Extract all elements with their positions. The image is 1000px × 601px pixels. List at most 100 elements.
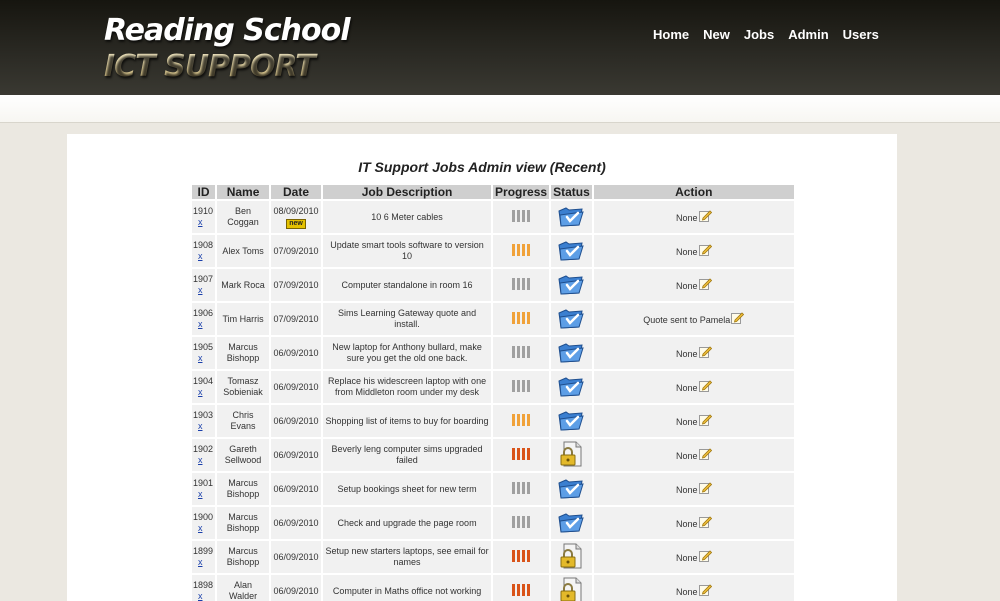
col-header-action[interactable]: Action: [593, 185, 794, 199]
nav-admin[interactable]: Admin: [788, 27, 828, 42]
cell-action: None: [593, 541, 794, 573]
edit-icon[interactable]: [698, 515, 712, 531]
edit-icon[interactable]: [698, 481, 712, 497]
cell-name: Alan Walder: [217, 575, 270, 601]
delete-job-link[interactable]: x: [193, 591, 213, 601]
cell-description[interactable]: Shopping list of items to buy for boardi…: [323, 405, 492, 437]
cell-description[interactable]: Beverly leng computer sims upgraded fail…: [323, 439, 492, 471]
delete-job-link[interactable]: x: [193, 285, 213, 296]
edit-icon[interactable]: [698, 413, 712, 429]
cell-status[interactable]: [551, 575, 592, 601]
delete-job-link[interactable]: x: [193, 421, 213, 432]
cell-status[interactable]: [551, 405, 592, 437]
cell-status[interactable]: [551, 371, 592, 403]
site-logo[interactable]: Reading School ICT SUPPORT: [104, 12, 350, 84]
job-id: 1903: [193, 410, 214, 420]
progress-segment: [522, 209, 526, 222]
cell-description[interactable]: Computer standalone in room 16: [323, 269, 492, 301]
table-row[interactable]: 1904 x Tomasz Sobieniak 06/09/2010 Replace h…: [192, 371, 794, 403]
table-row[interactable]: 1902 x Gareth Sellwood 06/09/2010 Beverly le…: [192, 439, 794, 471]
job-date: 06/09/2010: [273, 551, 319, 562]
nav-users[interactable]: Users: [843, 27, 879, 42]
cell-status[interactable]: [551, 269, 592, 301]
delete-job-link[interactable]: x: [193, 489, 213, 500]
job-date: 08/09/2010: [273, 205, 319, 216]
delete-job-link[interactable]: x: [193, 251, 213, 262]
edit-icon[interactable]: [698, 277, 712, 293]
progress-segment: [527, 413, 531, 426]
action-text: None: [675, 519, 698, 529]
cell-description[interactable]: Replace his widescreen laptop with one f…: [323, 371, 492, 403]
nav-new[interactable]: New: [703, 27, 730, 42]
checked-folder-icon: [557, 410, 585, 434]
edit-icon[interactable]: [731, 311, 745, 327]
main-nav: Home New Jobs Admin Users: [653, 27, 893, 42]
edit-icon[interactable]: [698, 209, 712, 225]
cell-status[interactable]: [551, 473, 592, 505]
delete-job-link[interactable]: x: [193, 557, 213, 568]
col-header-date[interactable]: Date: [271, 185, 322, 199]
edit-icon[interactable]: [698, 447, 712, 463]
col-header-status[interactable]: Status: [551, 185, 592, 199]
cell-description[interactable]: Computer in Maths office not working: [323, 575, 492, 601]
cell-id: 1906 x: [192, 303, 216, 335]
delete-job-link[interactable]: x: [193, 387, 213, 398]
edit-icon[interactable]: [698, 549, 712, 565]
cell-description[interactable]: 10 6 Meter cables: [323, 201, 492, 233]
delete-job-link[interactable]: x: [193, 319, 213, 330]
edit-icon[interactable]: [698, 379, 712, 395]
table-row[interactable]: 1901 x Marcus Bishopp 06/09/2010 Setup booki…: [192, 473, 794, 505]
delete-job-link[interactable]: x: [193, 353, 213, 364]
edit-icon[interactable]: [698, 583, 712, 599]
cell-description[interactable]: Setup new starters laptops, see email fo…: [323, 541, 492, 573]
cell-description[interactable]: New laptop for Anthony bullard, make sur…: [323, 337, 492, 369]
table-row[interactable]: 1906 x Tim Harris 07/09/2010 Sims Learning G…: [192, 303, 794, 335]
cell-status[interactable]: [551, 507, 592, 539]
cell-name: Tim Harris: [217, 303, 270, 335]
col-header-id[interactable]: ID: [192, 185, 216, 199]
col-header-description[interactable]: Job Description: [323, 185, 492, 199]
progress-segment: [517, 481, 521, 494]
edit-icon[interactable]: [698, 345, 712, 361]
col-header-name[interactable]: Name: [217, 185, 270, 199]
delete-job-link[interactable]: x: [193, 523, 213, 534]
cell-name: Alex Toms: [217, 235, 270, 267]
nav-jobs[interactable]: Jobs: [744, 27, 774, 42]
cell-description[interactable]: Check and upgrade the page room: [323, 507, 492, 539]
job-date: 06/09/2010: [273, 517, 319, 528]
cell-progress: [493, 405, 550, 437]
table-row[interactable]: 1898 x Alan Walder 06/09/2010 Computer in Ma…: [192, 575, 794, 601]
cell-date: 08/09/2010 new: [271, 201, 322, 233]
edit-icon[interactable]: [698, 243, 712, 259]
progress-segment: [522, 277, 526, 290]
table-row[interactable]: 1907 x Mark Roca 07/09/2010 Computer standal…: [192, 269, 794, 301]
cell-description[interactable]: Sims Learning Gateway quote and install.: [323, 303, 492, 335]
cell-status[interactable]: [551, 201, 592, 233]
cell-progress: [493, 541, 550, 573]
table-row[interactable]: 1910 x Ben Coggan 08/09/2010 new 10 6 Meter c…: [192, 201, 794, 233]
table-row[interactable]: 1903 x Chris Evans 06/09/2010 Shopping list …: [192, 405, 794, 437]
cell-status[interactable]: [551, 439, 592, 471]
cell-status[interactable]: [551, 541, 592, 573]
cell-action: None: [593, 473, 794, 505]
table-row[interactable]: 1899 x Marcus Bishopp 06/09/2010 Setup new s…: [192, 541, 794, 573]
progress-segment: [512, 209, 516, 222]
cell-id: 1903 x: [192, 405, 216, 437]
progress-segment: [522, 447, 526, 460]
cell-description[interactable]: Update smart tools software to version 1…: [323, 235, 492, 267]
cell-id: 1907 x: [192, 269, 216, 301]
checked-folder-icon: [557, 308, 585, 332]
delete-job-link[interactable]: x: [193, 217, 213, 228]
cell-description[interactable]: Setup bookings sheet for new term: [323, 473, 492, 505]
table-row[interactable]: 1900 x Marcus Bishopp 06/09/2010 Check and u…: [192, 507, 794, 539]
cell-action: None: [593, 235, 794, 267]
cell-status[interactable]: [551, 303, 592, 335]
table-row[interactable]: 1908 x Alex Toms 07/09/2010 Update smart too…: [192, 235, 794, 267]
delete-job-link[interactable]: x: [193, 455, 213, 466]
cell-status[interactable]: [551, 235, 592, 267]
col-header-progress[interactable]: Progress: [493, 185, 550, 199]
nav-home[interactable]: Home: [653, 27, 689, 42]
table-row[interactable]: 1905 x Marcus Bishopp 06/09/2010 New laptop …: [192, 337, 794, 369]
cell-status[interactable]: [551, 337, 592, 369]
progress-segment: [512, 549, 516, 562]
